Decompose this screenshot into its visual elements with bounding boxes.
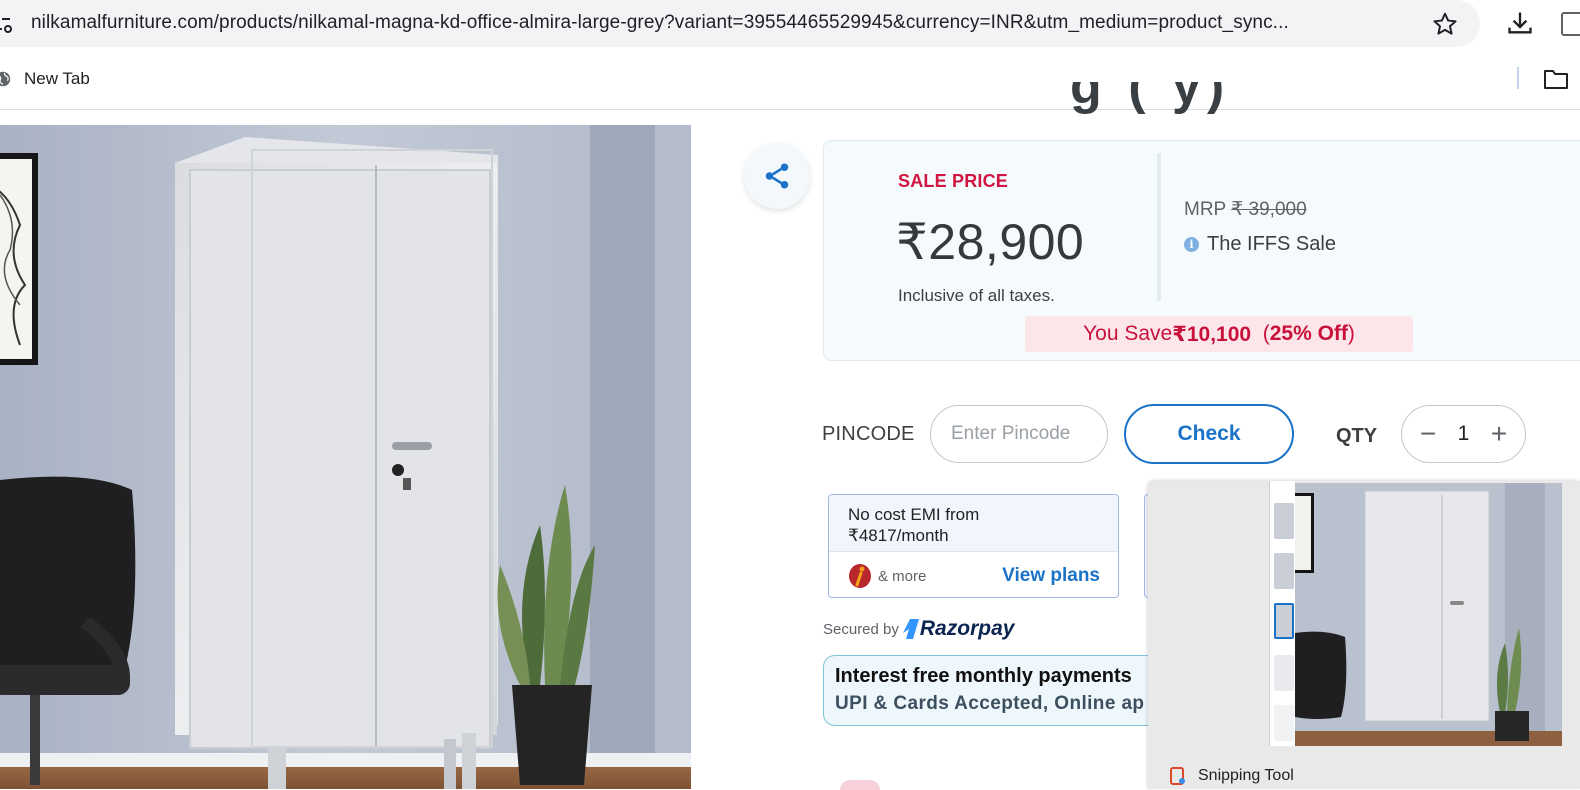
view-plans-link[interactable]: View plans [1002,565,1100,587]
product-image[interactable] [0,125,691,789]
bookmark-star-icon[interactable] [1432,11,1458,37]
mrp: MRP ₹ 39,000 [1184,198,1307,221]
you-save-label: You Save [1083,322,1173,345]
emi-footer: & more View plans [829,553,1118,597]
offer-name: The IFFS Sale [1207,233,1336,255]
razorpay-logo: Razorpay [902,617,1015,641]
emi-line-2: ₹4817/month [848,526,949,545]
secured-by: Secured by Razorpay [823,617,1014,641]
bookmark-label: New Tab [24,69,90,88]
tax-note: Inclusive of all taxes. [898,286,1055,305]
snipping-tool-taskbar[interactable]: Snipping Tool [1170,767,1294,785]
quantity-stepper: − 1 + [1401,405,1526,463]
info-icon[interactable]: i [1184,237,1199,252]
site-info-icon[interactable] [0,12,14,36]
emi-line-1: No cost EMI from [848,505,980,524]
razorpay-name: Razorpay [919,617,1015,640]
share-icon [765,163,789,189]
bookmark-separator [1517,67,1519,89]
product-title-text: g ( y) [1070,82,1231,115]
check-pincode-button[interactable]: Check [1124,404,1294,464]
almirah-photo [0,125,691,789]
bank-logo-icon [849,564,871,588]
secured-by-label: Secured by [823,620,899,638]
price-divider [1157,153,1161,301]
you-save-amount: ₹10,100 [1172,322,1252,346]
emi-more: & more [878,567,927,585]
qty-label: QTY [1336,425,1378,447]
snip-thumbnail[interactable] [1274,553,1294,589]
mrp-value: ₹ 39,000 [1231,199,1307,220]
qty-decrement-button[interactable]: − [1416,420,1440,448]
emi-card[interactable]: No cost EMI from ₹4817/month & more View… [828,494,1119,598]
address-bar[interactable]: nilkamalfurniture.com/products/nilkamal-… [0,0,1480,47]
pincode-label: PINCODE [822,423,915,445]
offer-info[interactable]: i The IFFS Sale [1184,233,1336,256]
snip-thumbnail-strip [1269,481,1295,746]
browser-chrome: nilkamalfurniture.com/products/nilkamal-… [0,0,1580,110]
you-save-percent: 25% Off [1269,322,1348,345]
price-card: SALE PRICE ₹28,900 Inclusive of all taxe… [823,140,1580,361]
download-icon[interactable] [1506,9,1534,37]
emi-offer: No cost EMI from ₹4817/month [829,495,1118,552]
share-button[interactable] [744,143,810,209]
snipping-tool-preview[interactable]: Snipping Tool [1148,481,1580,789]
razorpay-mark-icon [902,619,919,639]
sale-price-label: SALE PRICE [898,171,1009,191]
url-text[interactable]: nilkamalfurniture.com/products/nilkamal-… [31,12,1411,34]
globe-icon [0,71,11,87]
you-save-badge: You Save ₹10,100 (25% Off) [1025,316,1413,352]
folder-icon[interactable] [1543,68,1569,90]
sale-price: ₹28,900 [896,214,1085,270]
snip-thumbnail-selected[interactable] [1274,603,1294,639]
mrp-label: MRP [1184,199,1226,220]
bookmark-new-tab[interactable]: New Tab [0,66,90,92]
snip-thumbnail[interactable] [1274,503,1294,539]
snip-preview-photo [1295,483,1562,746]
snipping-tool-icon [1170,767,1185,785]
snip-preview-image[interactable] [1295,483,1562,746]
snipping-tool-name: Snipping Tool [1198,767,1294,784]
snip-thumbnail[interactable] [1274,705,1294,741]
snip-thumbnail[interactable] [1274,655,1294,691]
product-title-fragment: g ( y) [1070,82,1330,122]
qty-increment-button[interactable]: + [1487,420,1511,448]
qty-value[interactable]: 1 [1458,422,1470,446]
pincode-input[interactable] [930,405,1108,463]
side-panel-icon[interactable] [1561,12,1580,36]
